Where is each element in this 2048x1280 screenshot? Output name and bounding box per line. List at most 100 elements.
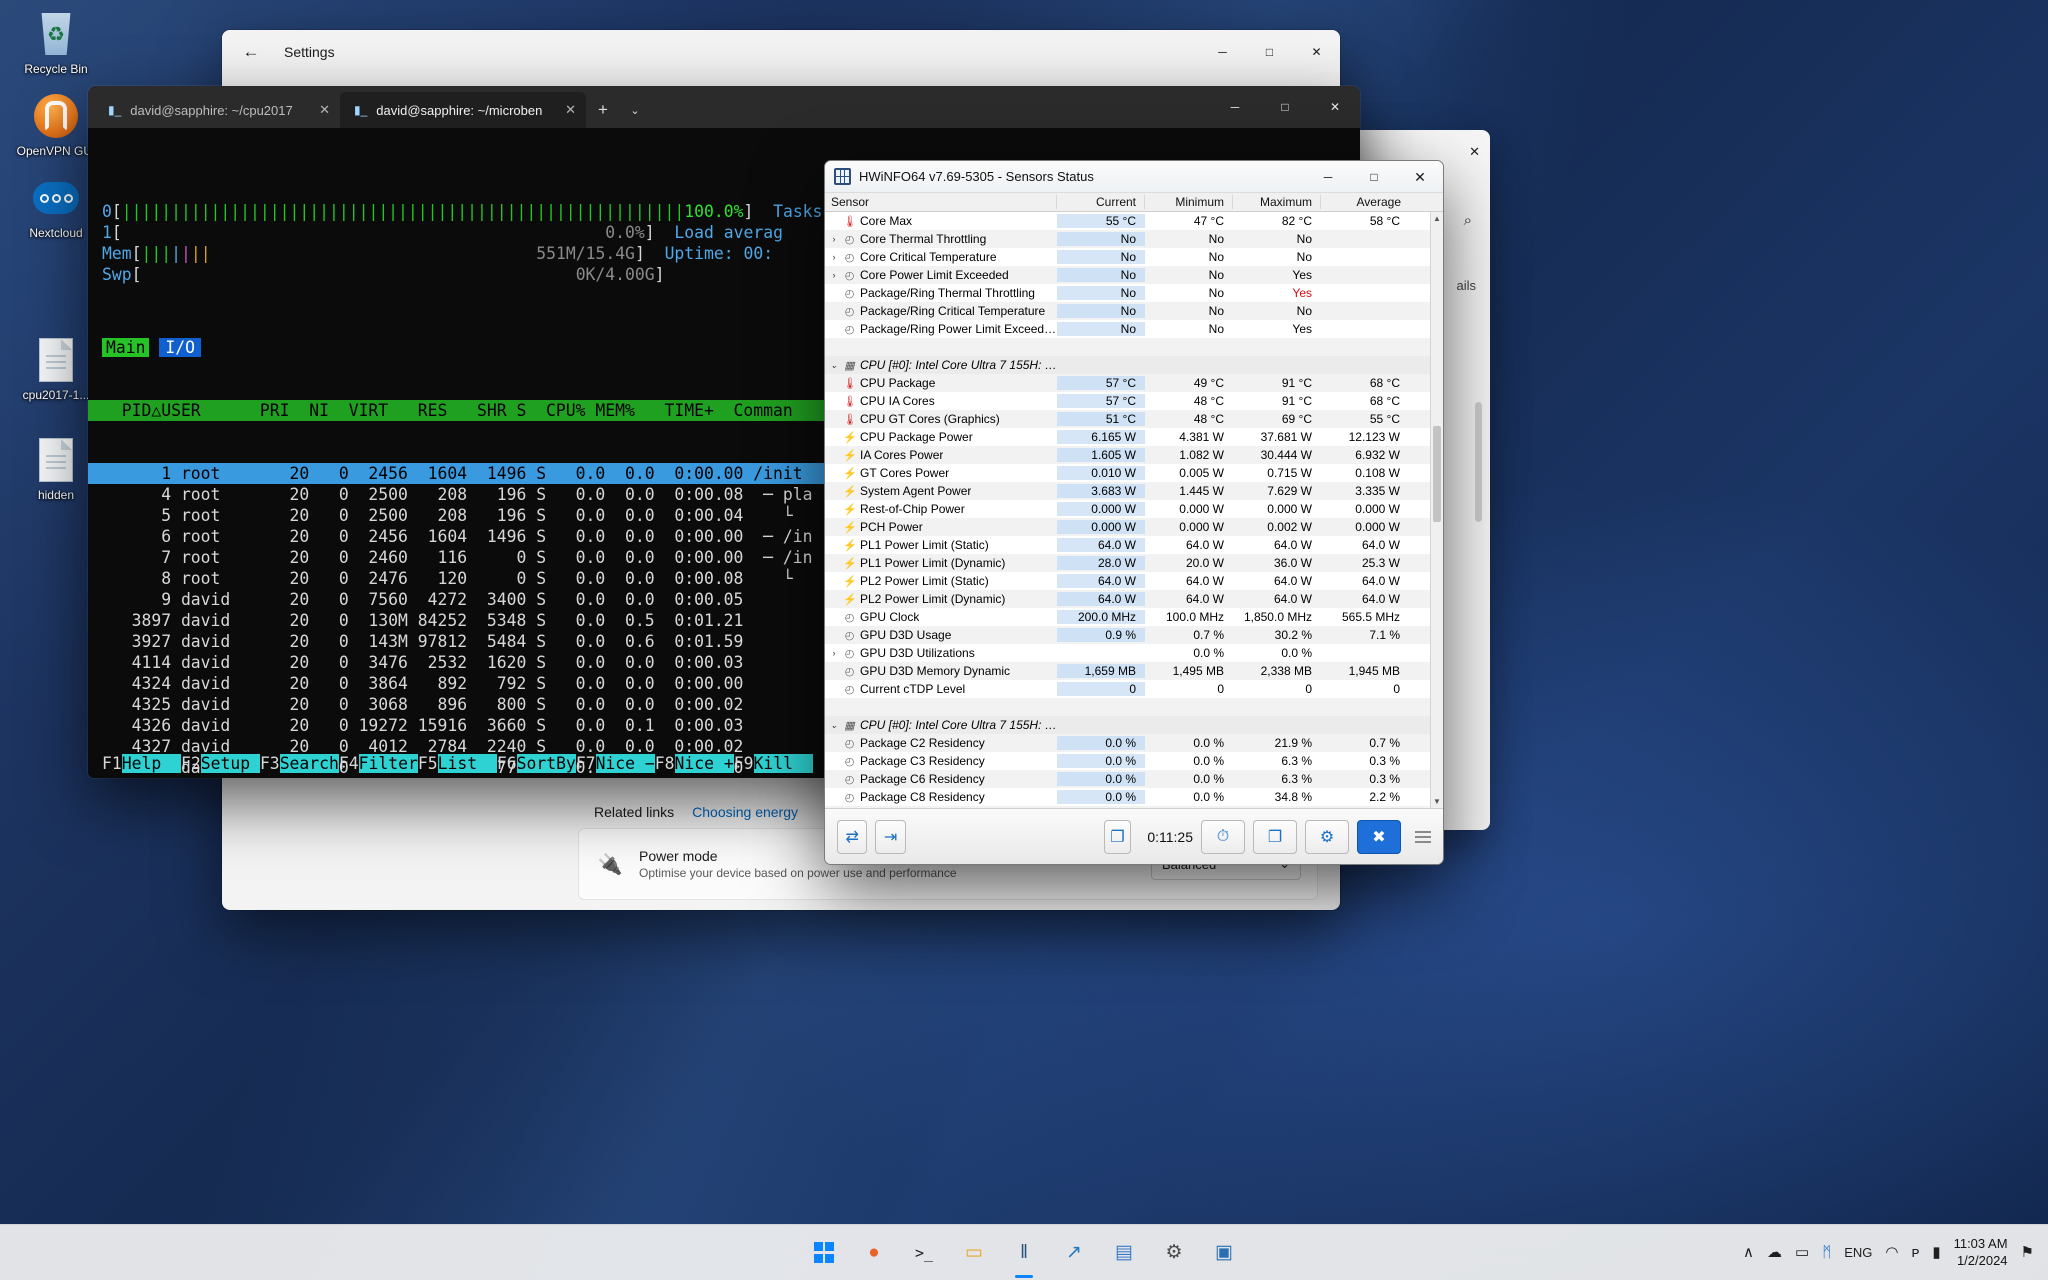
resize-grip-icon[interactable] <box>1415 831 1431 843</box>
hwinfo-sensor-row[interactable]: ⚡IA Cores Power1.605 W1.082 W30.444 W6.9… <box>825 446 1443 464</box>
hwinfo-sensor-row[interactable]: ◴Current cTDP Level0000 <box>825 680 1443 698</box>
taskbar-item-firefox[interactable]: ● <box>854 1233 894 1273</box>
htop-fkey-label[interactable]: Filter <box>359 754 418 773</box>
settings-gear-button[interactable]: ⚙ <box>1305 820 1349 854</box>
htop-fkey-label[interactable]: Nice + <box>675 754 734 773</box>
hwinfo-sensor-row[interactable]: ›◴GPU D3D Utilizations0.0 %0.0 % <box>825 644 1443 662</box>
taskbar-item-task-manager[interactable]: ↗ <box>1054 1233 1094 1273</box>
column-current[interactable]: Current <box>1057 195 1145 209</box>
close-button[interactable]: ✕ <box>1310 86 1360 128</box>
taskbar-item-settings[interactable]: ⚙ <box>1154 1233 1194 1273</box>
taskbar-item-file-explorer[interactable]: ▭ <box>954 1233 994 1273</box>
htop-fkey-label[interactable]: Nice − <box>596 754 655 773</box>
hwinfo-sensor-row[interactable]: ›◴Core Critical TemperatureNoNoNo <box>825 248 1443 266</box>
htop-fkey-label[interactable]: List <box>438 754 497 773</box>
hwinfo-sensor-row[interactable]: ◴GPU Clock200.0 MHz100.0 MHz1,850.0 MHz5… <box>825 608 1443 626</box>
close-app-button[interactable]: ✖ <box>1357 820 1401 854</box>
onedrive-icon[interactable]: ☁ <box>1767 1243 1782 1261</box>
scrollbar-thumb[interactable] <box>1475 402 1482 522</box>
hwinfo-sensor-row[interactable]: ◴Package/Ring Power Limit ExceededNoNoYe… <box>825 320 1443 338</box>
hwinfo-sensor-row[interactable]: ◴GPU D3D Memory Dynamic1,659 MB1,495 MB2… <box>825 662 1443 680</box>
column-minimum[interactable]: Minimum <box>1145 195 1233 209</box>
nav-forward-button[interactable]: ⇥ <box>875 820 905 854</box>
taskbar-start-button[interactable] <box>804 1233 844 1273</box>
expand-chevron-icon[interactable]: ⌄ <box>829 720 839 731</box>
minimize-button[interactable]: ─ <box>1210 86 1260 128</box>
desktop-icon-recycle-bin[interactable]: Recycle Bin <box>4 4 108 80</box>
close-icon[interactable]: ✕ <box>1469 144 1480 160</box>
htop-tab-main[interactable]: Main <box>102 338 149 357</box>
column-maximum[interactable]: Maximum <box>1233 195 1321 209</box>
taskbar-clock[interactable]: 11:03 AM 1/2/2024 <box>1954 1235 2008 1269</box>
new-tab-button[interactable]: + <box>586 92 620 128</box>
hwinfo-sensor-row[interactable]: ›◴Core Power Limit ExceededNoNoYes <box>825 266 1443 284</box>
hwinfo-group-row[interactable]: ⌄▦CPU [#0]: Intel Core Ultra 7 155H: Enh… <box>825 356 1443 374</box>
hwinfo-sensor-row[interactable]: ⚡GT Cores Power0.010 W0.005 W0.715 W0.10… <box>825 464 1443 482</box>
back-arrow-icon[interactable]: ← <box>234 37 268 67</box>
hwinfo-sensor-row[interactable]: 🌡CPU GT Cores (Graphics)51 °C48 °C69 °C5… <box>825 410 1443 428</box>
hwinfo-sensor-row[interactable]: ◴Package C6 Residency0.0 %0.0 %6.3 %0.3 … <box>825 770 1443 788</box>
hwinfo-sensor-row[interactable]: ⚡System Agent Power3.683 W1.445 W7.629 W… <box>825 482 1443 500</box>
hwinfo-sensor-row[interactable]: ⚡PL2 Power Limit (Static)64.0 W64.0 W64.… <box>825 572 1443 590</box>
htop-tab-io[interactable]: I/O <box>159 338 201 357</box>
expand-chevron-icon[interactable]: › <box>829 648 839 658</box>
hwinfo-scrollbar[interactable]: ▲ ▼ <box>1430 212 1443 808</box>
bluetooth-icon[interactable]: ᛗ <box>1822 1244 1831 1261</box>
hwinfo-sensor-row[interactable]: ⚡PL1 Power Limit (Static)64.0 W64.0 W64.… <box>825 536 1443 554</box>
scrollbar-thumb[interactable] <box>1433 426 1441 522</box>
hwinfo-sensor-row[interactable]: 🌡Core Max55 °C47 °C82 °C58 °C <box>825 212 1443 230</box>
scroll-down-icon[interactable]: ▼ <box>1431 795 1443 808</box>
column-average[interactable]: Average <box>1321 195 1409 209</box>
taskbar-item-remote-desktop[interactable]: ▣ <box>1204 1233 1244 1273</box>
close-button[interactable]: ✕ <box>1293 30 1340 74</box>
terminal-tab-microben[interactable]: ▮_ david@sapphire: ~/microben ✕ <box>340 92 586 128</box>
hwinfo-sensor-row[interactable]: 🌡CPU Package57 °C49 °C91 °C68 °C <box>825 374 1443 392</box>
snapshot-button[interactable]: ❐ <box>1104 820 1132 854</box>
minimize-button[interactable]: ─ <box>1305 161 1351 193</box>
hwinfo-sensor-row[interactable]: ◴Package C3 Residency0.0 %0.0 %6.3 %0.3 … <box>825 752 1443 770</box>
htop-fkey-label[interactable]: Kill <box>754 754 813 773</box>
hwinfo-group-row[interactable]: ⌄▦CPU [#0]: Intel Core Ultra 7 155H: C-S… <box>825 716 1443 734</box>
chevron-down-icon[interactable]: ⌄ <box>620 92 650 128</box>
search-icon[interactable]: ⌕ <box>1464 212 1472 229</box>
htop-fkey-label[interactable]: SortBy <box>517 754 576 773</box>
hwinfo-sensor-row[interactable]: ⚡PCH Power0.000 W0.000 W0.002 W0.000 W <box>825 518 1443 536</box>
volume-icon[interactable]: ᴘ <box>1911 1244 1919 1261</box>
hwinfo-window[interactable]: HWiNFO64 v7.69-5305 - Sensors Status ─ □… <box>824 160 1444 865</box>
maximize-button[interactable]: □ <box>1246 30 1293 74</box>
nav-back-button[interactable]: ⇄ <box>837 820 867 854</box>
logging-button[interactable]: ❐ <box>1253 820 1297 854</box>
taskbar-item-terminal[interactable]: >_ <box>904 1233 944 1273</box>
close-icon[interactable]: ✕ <box>565 102 576 118</box>
notifications-icon[interactable]: ⚑ <box>2021 1243 2034 1261</box>
taskbar-item-hwinfo[interactable]: ‖ <box>1004 1233 1044 1273</box>
column-sensor[interactable]: Sensor <box>825 195 1057 209</box>
expand-chevron-icon[interactable]: › <box>829 252 839 262</box>
maximize-button[interactable]: □ <box>1351 161 1397 193</box>
hwinfo-sensor-row[interactable]: ⚡PL1 Power Limit (Dynamic)28.0 W20.0 W36… <box>825 554 1443 572</box>
related-link[interactable]: Choosing energy <box>692 804 798 820</box>
hwinfo-sensor-row[interactable]: ⚡CPU Package Power6.165 W4.381 W37.681 W… <box>825 428 1443 446</box>
language-indicator[interactable]: ENG <box>1844 1245 1872 1260</box>
expand-chevron-icon[interactable]: ⌄ <box>829 360 839 371</box>
taskbar-item-notepad[interactable]: ▤ <box>1104 1233 1144 1273</box>
htop-fkey-label[interactable]: Setup <box>201 754 260 773</box>
hwinfo-sensor-row[interactable]: ⚡Rest-of-Chip Power0.000 W0.000 W0.000 W… <box>825 500 1443 518</box>
htop-fkey-label[interactable]: Search <box>280 754 339 773</box>
hwinfo-sensor-row[interactable]: ◴Package/Ring Critical TemperatureNoNoNo <box>825 302 1443 320</box>
close-button[interactable]: ✕ <box>1397 161 1443 193</box>
hwinfo-sensor-table[interactable]: 🌡Core Max55 °C47 °C82 °C58 °C›◴Core Ther… <box>825 212 1443 808</box>
expand-chevron-icon[interactable]: › <box>829 270 839 280</box>
minimize-button[interactable]: ─ <box>1199 30 1246 74</box>
hwinfo-sensor-row[interactable]: ⚡PL2 Power Limit (Dynamic)64.0 W64.0 W64… <box>825 590 1443 608</box>
hwinfo-sensor-row[interactable]: ◴Package/Ring Thermal ThrottlingNoNoYes <box>825 284 1443 302</box>
htop-fkey-label[interactable]: Help <box>122 754 181 773</box>
hwinfo-sensor-row[interactable]: ›◴Core Thermal ThrottlingNoNoNo <box>825 230 1443 248</box>
taskbar[interactable]: ● >_ ▭ ‖ ↗ ▤ ⚙ ▣ ∧ ☁ ▭ ᛗ ENG ◠ ᴘ ▮ 11:03… <box>0 1224 2048 1280</box>
hwinfo-sensor-row[interactable]: ◴Package C2 Residency0.0 %0.0 %21.9 %0.7… <box>825 734 1443 752</box>
scroll-up-icon[interactable]: ▲ <box>1431 212 1443 225</box>
tray-chevron-icon[interactable]: ∧ <box>1743 1243 1754 1261</box>
hwinfo-sensor-row[interactable]: ◴Package C8 Residency0.0 %0.0 %34.8 %2.2… <box>825 788 1443 806</box>
battery-icon[interactable]: ▮ <box>1932 1243 1940 1261</box>
close-icon[interactable]: ✕ <box>319 102 330 118</box>
